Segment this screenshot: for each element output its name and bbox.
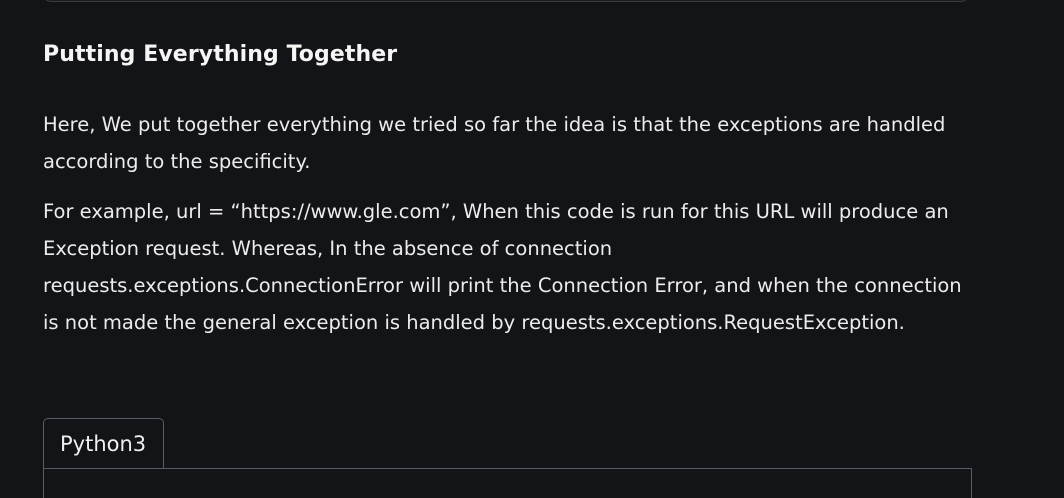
article-content: Putting Everything Together Here, We put… [43, 38, 973, 341]
previous-code-block-edge [43, 0, 969, 2]
explanation-paragraph: Here, We put together everything we trie… [43, 113, 946, 173]
code-panel [43, 468, 972, 498]
example-paragraph: For example, url = “https://www.gle.com”… [43, 200, 962, 334]
section-heading: Putting Everything Together [43, 42, 398, 67]
python3-tab[interactable]: Python3 [43, 418, 164, 468]
python3-code-block: Python3 [43, 418, 972, 498]
python3-tab-label: Python3 [60, 432, 147, 456]
